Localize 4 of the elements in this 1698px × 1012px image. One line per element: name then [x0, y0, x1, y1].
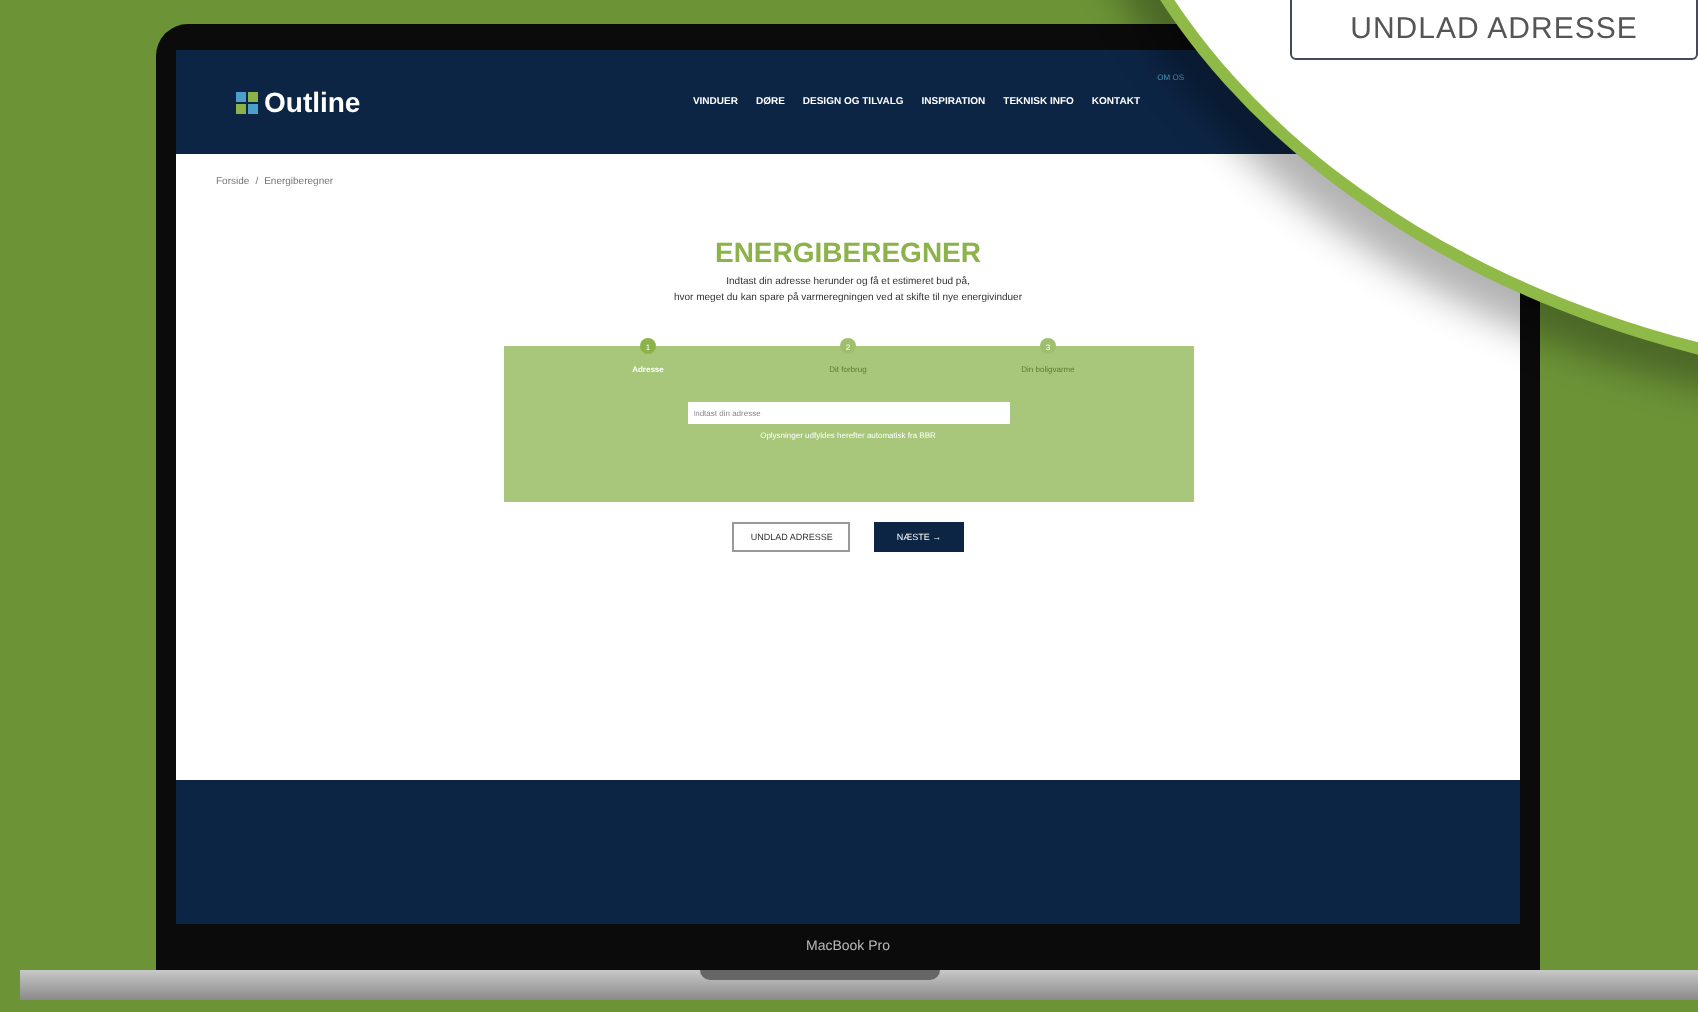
skip-address-button[interactable]: UNDLAD ADRESSE	[1290, 0, 1698, 60]
logo-icon	[236, 91, 258, 113]
page-heading: ENERGIBEREGNER	[714, 236, 982, 268]
logo-text: Outline	[264, 86, 361, 118]
